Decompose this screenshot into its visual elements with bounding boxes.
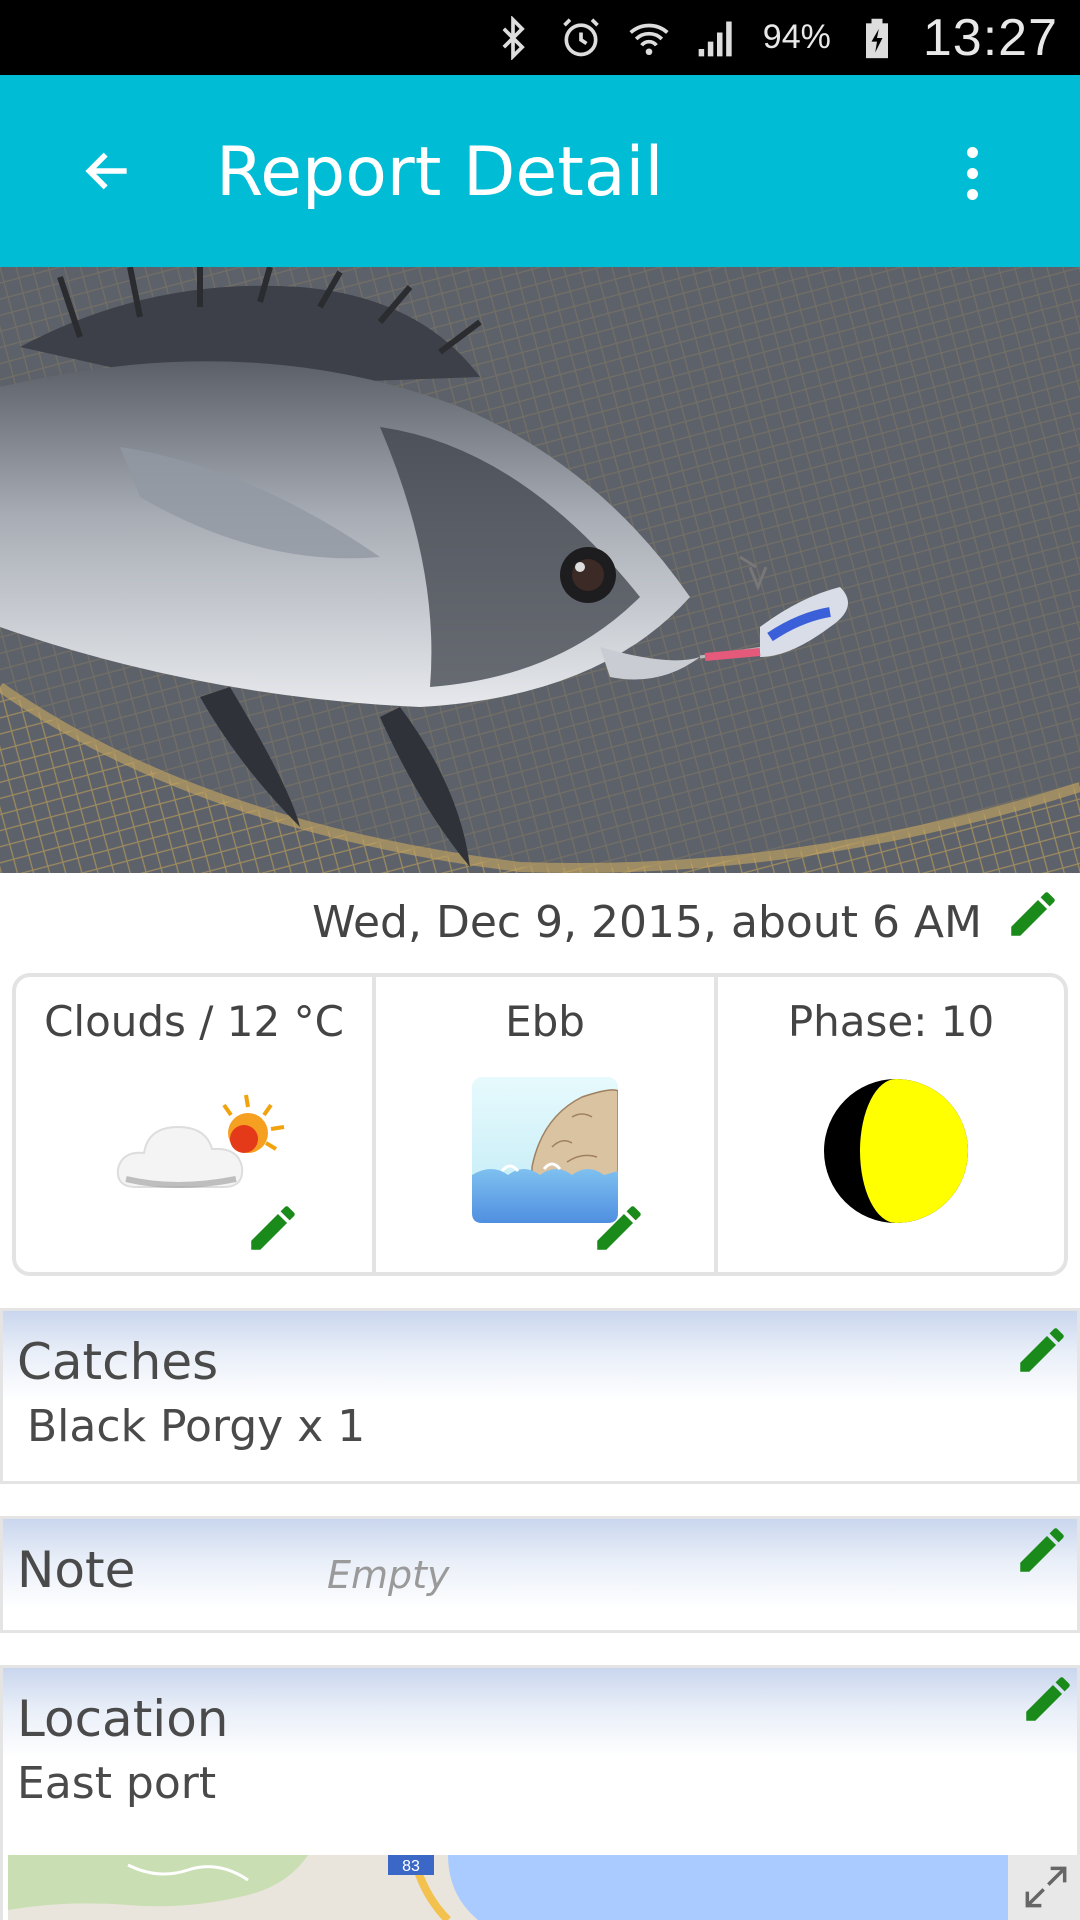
fullscreen-expand-icon[interactable] xyxy=(1018,1859,1074,1915)
note-section: Note Empty xyxy=(0,1516,1080,1633)
location-header: Location xyxy=(3,1668,1077,1758)
location-value: East port xyxy=(17,1758,217,1809)
catch-photo[interactable] xyxy=(0,267,1080,873)
conditions-panel: Clouds / 12 °C Ebb Phase: 10 xyxy=(12,973,1068,1276)
signal-icon xyxy=(698,21,732,56)
report-date: Wed, Dec 9, 2015, about 6 AM xyxy=(312,897,982,948)
fish-photo-illustration xyxy=(0,267,1080,873)
tide-cell[interactable]: Ebb xyxy=(372,977,714,1272)
note-title: Note xyxy=(17,1541,136,1599)
status-clock: 13:27 xyxy=(922,8,1058,67)
cloud-sun-icon xyxy=(116,1094,285,1188)
moon-phase-icon xyxy=(824,1079,968,1223)
back-button[interactable] xyxy=(72,135,144,207)
page-title: Report Detail xyxy=(216,133,664,212)
location-map[interactable]: 83 xyxy=(8,1855,1080,1920)
alarm-icon xyxy=(563,17,599,56)
tide-label: Ebb xyxy=(505,997,585,1046)
note-empty-placeholder[interactable]: Empty xyxy=(327,1553,450,1597)
wifi-icon xyxy=(629,23,669,55)
catches-section: Catches Black Porgy x 1 xyxy=(0,1308,1080,1484)
more-vert-icon xyxy=(966,146,978,158)
catch-item[interactable]: Black Porgy x 1 xyxy=(27,1401,1077,1452)
map-illustration: 83 xyxy=(8,1855,1080,1920)
edit-weather-pencil-icon[interactable] xyxy=(244,1199,302,1257)
map-road-badge: 83 xyxy=(402,1858,420,1875)
edit-catches-pencil-icon[interactable] xyxy=(1013,1321,1071,1379)
battery-percent: 94% xyxy=(762,18,831,56)
moon-phase-label: Phase: 10 xyxy=(787,997,995,1046)
arrow-back-icon xyxy=(85,152,127,190)
edit-tide-pencil-icon[interactable] xyxy=(590,1199,648,1257)
status-bar: 94% 13:27 xyxy=(0,0,1080,75)
catches-title: Catches xyxy=(17,1333,219,1391)
location-title: Location xyxy=(17,1690,229,1748)
bluetooth-icon xyxy=(502,15,525,60)
battery-charging-icon xyxy=(865,18,888,58)
weather-label: Clouds / 12 °C xyxy=(44,997,344,1046)
edit-location-pencil-icon[interactable] xyxy=(1019,1670,1077,1728)
more-options-button[interactable] xyxy=(950,133,994,213)
weather-cell[interactable]: Clouds / 12 °C xyxy=(16,977,372,1272)
edit-note-pencil-icon[interactable] xyxy=(1013,1521,1071,1579)
date-row: Wed, Dec 9, 2015, about 6 AM xyxy=(0,873,1080,968)
edit-date-pencil-icon[interactable] xyxy=(1004,885,1062,943)
app-bar: Report Detail xyxy=(0,75,1080,267)
moon-cell[interactable]: Phase: 10 xyxy=(714,977,1064,1272)
note-header: Note Empty xyxy=(3,1519,1077,1609)
catches-header: Catches xyxy=(3,1311,1077,1401)
